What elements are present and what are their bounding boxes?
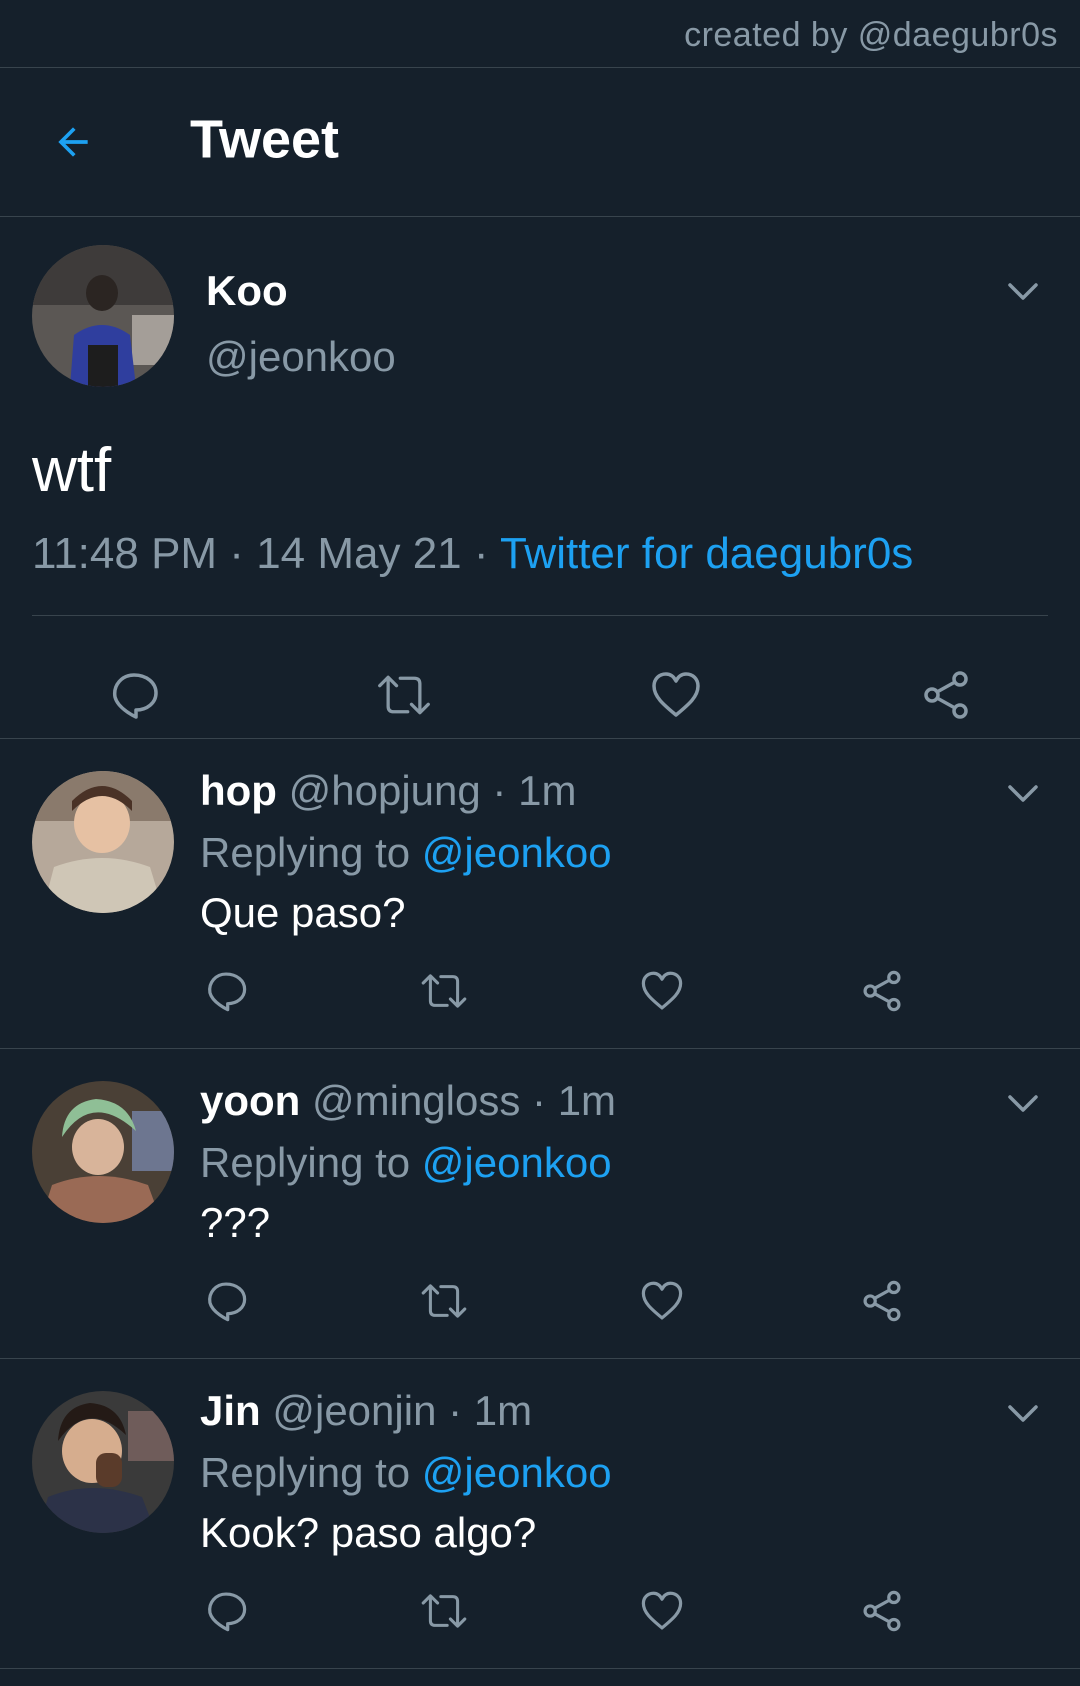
share-icon	[924, 671, 968, 719]
author-handle[interactable]: @jeonjin	[272, 1387, 436, 1434]
chevron-down-icon[interactable]	[1006, 783, 1040, 805]
divider	[32, 615, 1048, 616]
reply-tweet[interactable]: hop @hopjung · 1m Replying to @jeonkoo Q…	[0, 739, 1080, 1049]
arrow-left-icon	[58, 127, 88, 157]
reply-button[interactable]	[202, 1587, 250, 1635]
back-button[interactable]	[48, 117, 98, 167]
share-button[interactable]	[858, 1277, 906, 1325]
replying-to: Replying to @jeonkoo	[200, 1139, 612, 1187]
reply-header: Jin @jeonjin · 1m	[200, 1387, 532, 1435]
reply-tweet[interactable]: Jin @jeonjin · 1m Replying to @jeonkoo K…	[0, 1359, 1080, 1669]
reply-button[interactable]	[202, 1277, 250, 1325]
credit-banner: created by @daegubr0s	[0, 0, 1080, 68]
meta-separator: ·	[520, 1077, 558, 1124]
reply-age: 1m	[473, 1387, 533, 1434]
mention-link[interactable]: @jeonkoo	[422, 1139, 612, 1186]
replying-to: Replying to @jeonkoo	[200, 829, 612, 877]
like-icon	[641, 971, 683, 1010]
like-button[interactable]	[638, 967, 686, 1015]
share-icon	[863, 1590, 901, 1632]
like-button[interactable]	[638, 1587, 686, 1635]
author-handle[interactable]: @mingloss	[312, 1077, 520, 1124]
like-icon	[641, 1591, 683, 1630]
mention-link[interactable]: @jeonkoo	[422, 829, 612, 876]
retweet-button[interactable]	[420, 967, 468, 1015]
chevron-down-icon[interactable]	[1006, 1403, 1040, 1425]
meta-separator: ·	[436, 1387, 474, 1434]
top-bar: Tweet	[0, 68, 1080, 217]
replying-to: Replying to @jeonkoo	[200, 1449, 612, 1497]
author-handle[interactable]: @jeonkoo	[206, 333, 396, 381]
avatar[interactable]	[32, 245, 174, 387]
tweet-text: wtf	[32, 436, 112, 505]
meta-separator: ·	[461, 529, 500, 578]
avatar[interactable]	[32, 1081, 174, 1223]
avatar[interactable]	[32, 1391, 174, 1533]
credit-text: created by @daegubr0s	[684, 16, 1058, 54]
reply-text: Kook? paso algo?	[200, 1509, 537, 1556]
mention-link[interactable]: @jeonkoo	[422, 1449, 612, 1496]
retweet-button[interactable]	[376, 667, 432, 723]
author-name[interactable]: hop	[200, 767, 277, 814]
share-button[interactable]	[858, 967, 906, 1015]
share-button[interactable]	[858, 1587, 906, 1635]
reply-age: 1m	[557, 1077, 617, 1124]
reply-icon	[208, 972, 247, 1012]
reply-tweet[interactable]: yoon @mingloss · 1m Replying to @jeonkoo…	[0, 1049, 1080, 1359]
retweet-button[interactable]	[420, 1277, 468, 1325]
reply-button[interactable]	[106, 667, 162, 723]
like-button[interactable]	[638, 1277, 686, 1325]
share-icon	[863, 970, 901, 1012]
reply-icon	[208, 1592, 247, 1632]
reply-button[interactable]	[202, 967, 250, 1015]
share-button[interactable]	[918, 667, 974, 723]
reply-text: Que paso?	[200, 889, 406, 936]
tweet-time: 11:48 PM	[32, 529, 218, 578]
chevron-down-icon[interactable]	[1006, 1093, 1040, 1115]
reply-header: yoon @mingloss · 1m	[200, 1077, 616, 1125]
tweet-source-link[interactable]: Twitter for daegubr0s	[500, 529, 913, 578]
like-icon	[652, 672, 700, 717]
replying-label: Replying to	[200, 1139, 411, 1186]
retweet-button[interactable]	[420, 1587, 468, 1635]
retweet-icon	[421, 974, 467, 1008]
replying-label: Replying to	[200, 829, 411, 876]
reply-text: ???	[200, 1199, 271, 1246]
reply-header: hop @hopjung · 1m	[200, 767, 576, 815]
reply-icon	[208, 1282, 247, 1322]
replying-label: Replying to	[200, 1449, 411, 1496]
retweet-icon	[421, 1594, 467, 1628]
action-bar	[0, 647, 1080, 737]
reply-icon	[113, 673, 158, 719]
page-title: Tweet	[190, 109, 340, 170]
tweet-date: 14 May 21	[256, 529, 462, 578]
author-handle[interactable]: @hopjung	[289, 767, 481, 814]
author-name[interactable]: Jin	[200, 1387, 261, 1434]
like-icon	[641, 1281, 683, 1320]
main-tweet: Koo @jeonkoo wtf 11:48 PM · 14 May 21 · …	[0, 217, 1080, 739]
avatar[interactable]	[32, 771, 174, 913]
meta-separator: ·	[217, 529, 257, 578]
share-icon	[863, 1280, 901, 1322]
author-name[interactable]: yoon	[200, 1077, 300, 1124]
retweet-icon	[421, 1284, 467, 1318]
reply-age: 1m	[518, 767, 577, 814]
like-button[interactable]	[648, 667, 704, 723]
author-name[interactable]: Koo	[206, 267, 288, 315]
meta-separator: ·	[480, 767, 519, 814]
retweet-icon	[378, 675, 430, 715]
tweet-meta: 11:48 PM · 14 May 21 · Twitter for daegu…	[32, 529, 913, 579]
chevron-down-icon[interactable]	[1006, 281, 1040, 303]
